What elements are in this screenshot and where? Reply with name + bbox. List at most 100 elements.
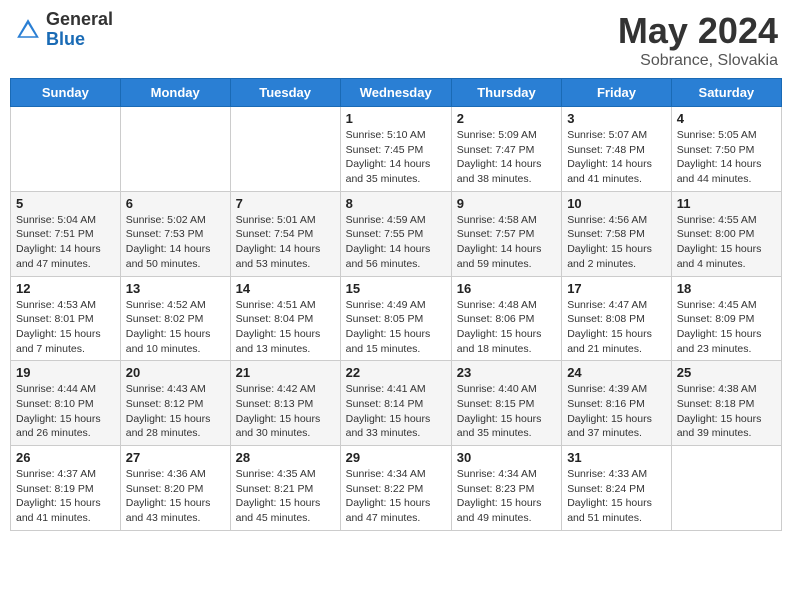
day-number: 28 [236, 450, 335, 465]
calendar-cell: 9Sunrise: 4:58 AMSunset: 7:57 PMDaylight… [451, 191, 561, 276]
calendar-cell: 28 Sunrise: 4:35 AMSunset: 8:21 PMDayligh… [230, 446, 340, 531]
calendar-cell: 4 Sunrise: 5:05 AMSunset: 7:50 PMDaylight… [671, 107, 781, 192]
day-info: Sunrise: 5:05 AMSunset: 7:50 PMDaylight:… [677, 128, 776, 187]
day-number: 1 [346, 111, 446, 126]
day-info: Sunrise: 4:34 AMSunset: 8:23 PMDaylight:… [457, 467, 556, 526]
calendar-cell: 25 Sunrise: 4:38 AMSunset: 8:18 PMDayligh… [671, 361, 781, 446]
day-number: 4 [677, 111, 776, 126]
day-number: 14 [236, 281, 335, 296]
day-number: 2 [457, 111, 556, 126]
day-info: Sunrise: 4:49 AMSunset: 8:05 PMDaylight:… [346, 298, 446, 357]
weekday-header: Friday [562, 79, 672, 107]
day-info: Sunrise: 4:41 AMSunset: 8:14 PMDaylight:… [346, 382, 446, 441]
calendar-cell: 20Sunrise: 4:43 AMSunset: 8:12 PMDayligh… [120, 361, 230, 446]
day-number: 3 [567, 111, 666, 126]
day-info: Sunrise: 5:02 AMSunset: 7:53 PMDaylight:… [126, 213, 225, 272]
calendar-cell: 21Sunrise: 4:42 AMSunset: 8:13 PMDayligh… [230, 361, 340, 446]
day-info: Sunrise: 4:34 AMSunset: 8:22 PMDaylight:… [346, 467, 446, 526]
day-info: Sunrise: 4:52 AMSunset: 8:02 PMDaylight:… [126, 298, 225, 357]
day-info: Sunrise: 4:42 AMSunset: 8:13 PMDaylight:… [236, 382, 335, 441]
weekday-header: Tuesday [230, 79, 340, 107]
day-number: 27 [126, 450, 225, 465]
day-number: 18 [677, 281, 776, 296]
day-number: 5 [16, 196, 115, 211]
day-info: Sunrise: 4:48 AMSunset: 8:06 PMDaylight:… [457, 298, 556, 357]
calendar-cell: 24 Sunrise: 4:39 AMSunset: 8:16 PMDayligh… [562, 361, 672, 446]
calendar-cell: 10Sunrise: 4:56 AMSunset: 7:58 PMDayligh… [562, 191, 672, 276]
day-info: Sunrise: 4:53 AMSunset: 8:01 PMDaylight:… [16, 298, 115, 357]
day-number: 19 [16, 365, 115, 380]
day-number: 22 [346, 365, 446, 380]
calendar-week-row: 1 Sunrise: 5:10 AMSunset: 7:45 PMDaylight… [11, 107, 782, 192]
day-info: Sunrise: 4:44 AMSunset: 8:10 PMDaylight:… [16, 382, 115, 441]
calendar-cell [120, 107, 230, 192]
day-number: 6 [126, 196, 225, 211]
day-number: 29 [346, 450, 446, 465]
day-info: Sunrise: 4:59 AMSunset: 7:55 PMDaylight:… [346, 213, 446, 272]
day-number: 25 [677, 365, 776, 380]
logo-text: General Blue [46, 10, 113, 50]
calendar-cell: 22 Sunrise: 4:41 AMSunset: 8:14 PMDayligh… [340, 361, 451, 446]
calendar-title: May 2024 [618, 10, 778, 52]
day-info: Sunrise: 5:10 AMSunset: 7:45 PMDaylight:… [346, 128, 446, 187]
day-info: Sunrise: 4:39 AMSunset: 8:16 PMDaylight:… [567, 382, 666, 441]
calendar-cell: 19 Sunrise: 4:44 AMSunset: 8:10 PMDayligh… [11, 361, 121, 446]
day-info: Sunrise: 5:04 AMSunset: 7:51 PMDaylight:… [16, 213, 115, 272]
calendar-cell: 1 Sunrise: 5:10 AMSunset: 7:45 PMDaylight… [340, 107, 451, 192]
calendar-cell: 29 Sunrise: 4:34 AMSunset: 8:22 PMDayligh… [340, 446, 451, 531]
day-info: Sunrise: 4:47 AMSunset: 8:08 PMDaylight:… [567, 298, 666, 357]
day-info: Sunrise: 4:45 AMSunset: 8:09 PMDaylight:… [677, 298, 776, 357]
day-info: Sunrise: 4:35 AMSunset: 8:21 PMDaylight:… [236, 467, 335, 526]
calendar-cell: 12 Sunrise: 4:53 AMSunset: 8:01 PMDayligh… [11, 276, 121, 361]
day-info: Sunrise: 4:51 AMSunset: 8:04 PMDaylight:… [236, 298, 335, 357]
calendar-location: Sobrance, Slovakia [618, 52, 778, 70]
calendar-cell: 17 Sunrise: 4:47 AMSunset: 8:08 PMDayligh… [562, 276, 672, 361]
day-info: Sunrise: 4:37 AMSunset: 8:19 PMDaylight:… [16, 467, 115, 526]
weekday-header: Thursday [451, 79, 561, 107]
logo-blue: Blue [46, 30, 113, 50]
day-number: 17 [567, 281, 666, 296]
day-info: Sunrise: 5:01 AMSunset: 7:54 PMDaylight:… [236, 213, 335, 272]
calendar-cell [230, 107, 340, 192]
calendar-cell: 2 Sunrise: 5:09 AMSunset: 7:47 PMDaylight… [451, 107, 561, 192]
calendar-cell: 31 Sunrise: 4:33 AMSunset: 8:24 PMDayligh… [562, 446, 672, 531]
calendar-cell [671, 446, 781, 531]
day-info: Sunrise: 4:33 AMSunset: 8:24 PMDaylight:… [567, 467, 666, 526]
calendar-cell: 11 Sunrise: 4:55 AMSunset: 8:00 PMDayligh… [671, 191, 781, 276]
day-info: Sunrise: 4:38 AMSunset: 8:18 PMDaylight:… [677, 382, 776, 441]
calendar-week-row: 12 Sunrise: 4:53 AMSunset: 8:01 PMDayligh… [11, 276, 782, 361]
day-info: Sunrise: 5:09 AMSunset: 7:47 PMDaylight:… [457, 128, 556, 187]
calendar-cell: 16 Sunrise: 4:48 AMSunset: 8:06 PMDayligh… [451, 276, 561, 361]
day-number: 15 [346, 281, 446, 296]
page-header: General Blue May 2024 Sobrance, Slovakia [10, 10, 782, 70]
calendar-week-row: 19 Sunrise: 4:44 AMSunset: 8:10 PMDayligh… [11, 361, 782, 446]
calendar-cell: 23Sunrise: 4:40 AMSunset: 8:15 PMDayligh… [451, 361, 561, 446]
day-number: 12 [16, 281, 115, 296]
calendar-cell: 18 Sunrise: 4:45 AMSunset: 8:09 PMDayligh… [671, 276, 781, 361]
calendar-cell: 3 Sunrise: 5:07 AMSunset: 7:48 PMDaylight… [562, 107, 672, 192]
calendar-cell: 8 Sunrise: 4:59 AMSunset: 7:55 PMDaylight… [340, 191, 451, 276]
weekday-header: Sunday [11, 79, 121, 107]
day-number: 8 [346, 196, 446, 211]
day-info: Sunrise: 4:55 AMSunset: 8:00 PMDaylight:… [677, 213, 776, 272]
day-number: 24 [567, 365, 666, 380]
weekday-header: Saturday [671, 79, 781, 107]
calendar-cell: 6 Sunrise: 5:02 AMSunset: 7:53 PMDaylight… [120, 191, 230, 276]
day-number: 7 [236, 196, 335, 211]
day-number: 13 [126, 281, 225, 296]
day-number: 11 [677, 196, 776, 211]
calendar-cell: 7 Sunrise: 5:01 AMSunset: 7:54 PMDaylight… [230, 191, 340, 276]
day-number: 26 [16, 450, 115, 465]
calendar-cell: 5 Sunrise: 5:04 AMSunset: 7:51 PMDaylight… [11, 191, 121, 276]
calendar-cell: 30Sunrise: 4:34 AMSunset: 8:23 PMDayligh… [451, 446, 561, 531]
day-info: Sunrise: 4:36 AMSunset: 8:20 PMDaylight:… [126, 467, 225, 526]
weekday-header: Monday [120, 79, 230, 107]
title-block: May 2024 Sobrance, Slovakia [618, 10, 778, 70]
day-number: 9 [457, 196, 556, 211]
logo: General Blue [14, 10, 113, 50]
day-number: 16 [457, 281, 556, 296]
weekday-header: Wednesday [340, 79, 451, 107]
day-number: 31 [567, 450, 666, 465]
day-info: Sunrise: 5:07 AMSunset: 7:48 PMDaylight:… [567, 128, 666, 187]
day-number: 23 [457, 365, 556, 380]
